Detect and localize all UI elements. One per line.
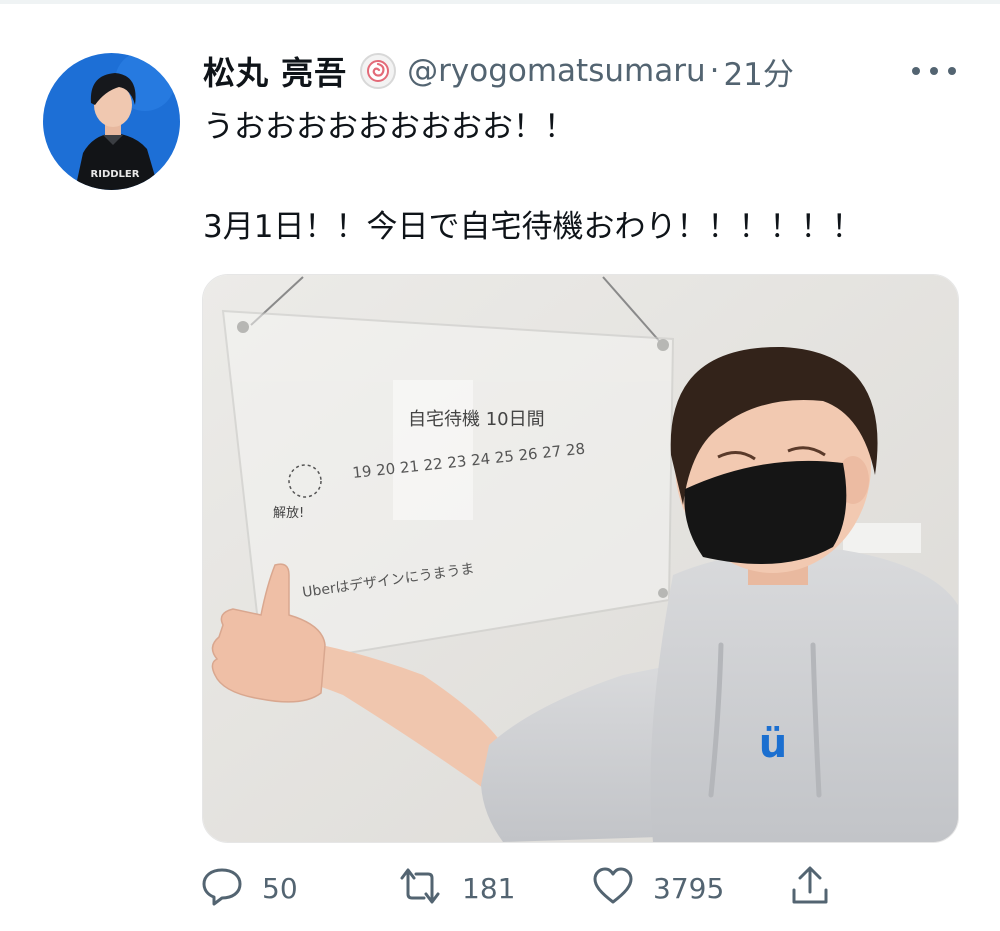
user-handle[interactable]: @ryogomatsumaru [407, 53, 705, 89]
avatar-shirt-text: RIDDLER [91, 169, 140, 180]
reply-count: 50 [262, 871, 298, 905]
more-dot [948, 67, 956, 75]
tweet-text-line: 3月1日！！今日で自宅待機おわり！！！！！！ [203, 209, 863, 245]
header-separator: · [709, 53, 720, 89]
reply-button[interactable]: 50 [200, 860, 298, 916]
board-side-label: 解放! [273, 506, 304, 521]
retweet-count: 181 [462, 871, 516, 905]
tweet-timestamp[interactable]: 21分 [723, 49, 793, 94]
more-icon[interactable] [912, 60, 956, 82]
board-title: 自宅待機 10日間 [408, 409, 545, 430]
like-icon [591, 864, 635, 912]
display-name[interactable]: 松丸 亮吾 [203, 48, 347, 94]
reply-icon [200, 864, 244, 912]
tweet-header: 松丸 亮吾 @ryogomatsumaru · 21分 [203, 48, 903, 94]
retweet-icon [396, 864, 444, 912]
more-dot [912, 67, 920, 75]
badge-icon [359, 52, 397, 90]
avatar-image: RIDDLER [43, 53, 180, 190]
retweet-button[interactable]: 181 [396, 860, 515, 916]
tweet-actions: 50 181 3795 [200, 860, 840, 916]
share-icon [788, 864, 832, 912]
tweet-photo[interactable]: 自宅待機 10日間 19 20 21 22 23 24 25 26 27 28 … [202, 274, 959, 843]
tweet-text-line: うおおおおおおおおお！！ [203, 109, 575, 145]
more-dot [930, 67, 938, 75]
like-count: 3795 [653, 871, 725, 905]
like-button[interactable]: 3795 [591, 860, 724, 916]
avatar[interactable]: RIDDLER [43, 53, 180, 190]
photo-scene: 自宅待機 10日間 19 20 21 22 23 24 25 26 27 28 … [203, 275, 958, 842]
top-divider [0, 0, 1000, 4]
hoodie-logo: ü [759, 721, 787, 767]
share-button[interactable] [788, 860, 832, 916]
